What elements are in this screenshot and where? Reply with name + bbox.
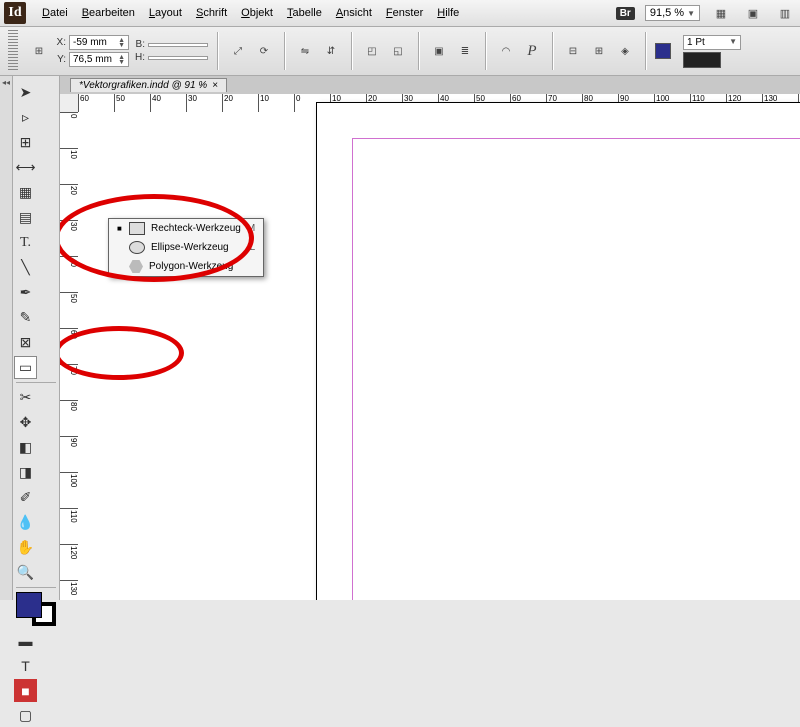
workspace: ◂◂ ➤ ▹ ⊞ ⟷ ▦ ▤ T. ╲ ✒ ✎ ⊠ ▭ ✂ ✥ ◧ ◨ ✐ 💧 … <box>0 76 800 600</box>
stroke-weight-combo[interactable]: 1 Pt▼ <box>683 35 741 50</box>
format-fill-icon[interactable]: ■ <box>14 679 37 702</box>
hand-tool[interactable]: ✋ <box>14 536 37 559</box>
chevron-down-icon: ▼ <box>687 9 695 18</box>
ruler-vertical[interactable]: 0102030405060708090100110120130140 <box>60 112 79 600</box>
effects-icon[interactable]: P <box>521 40 543 62</box>
menu-object[interactable]: Objekt <box>235 4 279 22</box>
menu-window[interactable]: Fenster <box>380 4 429 22</box>
app-logo: Id <box>4 2 26 24</box>
rectangle-tool[interactable]: ▭ <box>14 356 37 379</box>
menu-type[interactable]: Schrift <box>190 4 233 22</box>
h-label: H: <box>133 52 145 63</box>
align-icon[interactable]: ⊟ <box>562 40 584 62</box>
menu-bar: Id DDateiatei Bearbeiten Layout Schrift … <box>0 0 800 27</box>
gradient-feather-tool[interactable]: ◨ <box>14 461 37 484</box>
flyout-item[interactable]: Polygon-Werkzeug <box>109 257 263 276</box>
flip-h-icon[interactable]: ⇋ <box>294 40 316 62</box>
scale-icon[interactable]: ⤢ <box>227 40 249 62</box>
toolbox: ➤ ▹ ⊞ ⟷ ▦ ▤ T. ╲ ✒ ✎ ⊠ ▭ ✂ ✥ ◧ ◨ ✐ 💧 ✋ 🔍… <box>13 76 60 600</box>
line-tool[interactable]: ╲ <box>14 256 37 279</box>
arrange-icon[interactable]: ▥ <box>774 2 796 24</box>
x-field[interactable]: -59 mm▲▼ <box>69 35 129 50</box>
content-placer-tool[interactable]: ▤ <box>14 206 37 229</box>
control-bar: ⊞ X:-59 mm▲▼ Y:76,5 mm▲▼ B: H: ⤢ ⟳ ⇋ ⇵ ◰… <box>0 27 800 76</box>
note-tool[interactable]: ✐ <box>14 486 37 509</box>
pen-tool[interactable]: ✒ <box>14 281 37 304</box>
format-none-icon[interactable]: ▢ <box>14 704 37 727</box>
page[interactable] <box>316 102 800 600</box>
zoom-combo[interactable]: 91,5 %▼ <box>645 5 700 21</box>
close-tab-icon[interactable]: × <box>212 80 218 91</box>
document-tab[interactable]: *Vektorgrafiken.indd @ 91 % × <box>70 78 227 92</box>
document-tab-bar: *Vektorgrafiken.indd @ 91 % × <box>60 76 800 95</box>
select-content-icon[interactable]: ◱ <box>387 40 409 62</box>
selection-tool[interactable]: ➤ <box>14 81 37 104</box>
corner-options-icon[interactable]: ◠ <box>495 40 517 62</box>
w-field[interactable] <box>148 43 208 47</box>
page-tool[interactable]: ⊞ <box>14 131 37 154</box>
fit-content-icon[interactable]: ▣ <box>428 40 450 62</box>
direct-selection-tool[interactable]: ▹ <box>14 106 37 129</box>
flyout-item[interactable]: ■Rechteck-WerkzeugM <box>109 219 263 238</box>
view-options-icon[interactable]: ▦ <box>710 2 732 24</box>
text-wrap-icon[interactable]: ≣ <box>454 40 476 62</box>
panel-dock-left[interactable]: ◂◂ <box>0 76 13 600</box>
y-field[interactable]: 76,5 mm▲▼ <box>69 52 129 67</box>
menu-help[interactable]: Hilfe <box>431 4 465 22</box>
grip-handle[interactable] <box>8 30 18 72</box>
select-container-icon[interactable]: ◰ <box>361 40 383 62</box>
pencil-tool[interactable]: ✎ <box>14 306 37 329</box>
stroke-style-swatch[interactable] <box>683 52 721 68</box>
fill-stroke-swatch[interactable] <box>16 592 56 626</box>
page-margin-guide <box>352 138 800 600</box>
menu-layout[interactable]: Layout <box>143 4 188 22</box>
h-field[interactable] <box>148 56 208 60</box>
flyout-item[interactable]: Ellipse-WerkzeugL <box>109 238 263 257</box>
free-transform-tool[interactable]: ✥ <box>14 411 37 434</box>
menu-table[interactable]: Tabelle <box>281 4 328 22</box>
y-label: Y: <box>54 54 66 65</box>
rectangle-frame-tool[interactable]: ⊠ <box>14 331 37 354</box>
apply-color-btn[interactable]: ▬ <box>14 629 37 652</box>
w-label: B: <box>133 39 145 50</box>
shape-tool-flyout: ■Rechteck-WerkzeugMEllipse-WerkzeugLPoly… <box>108 218 264 277</box>
type-tool[interactable]: T. <box>14 231 37 254</box>
zoom-tool[interactable]: 🔍 <box>14 561 37 584</box>
fill-swatch[interactable] <box>655 43 671 59</box>
pathfinder-icon[interactable]: ◈ <box>614 40 636 62</box>
gradient-swatch-tool[interactable]: ◧ <box>14 436 37 459</box>
eyedropper-tool[interactable]: 💧 <box>14 511 37 534</box>
rotate-icon[interactable]: ⟳ <box>253 40 275 62</box>
screen-mode-icon[interactable]: ▣ <box>742 2 764 24</box>
ruler-origin[interactable] <box>60 94 79 113</box>
pasteboard[interactable] <box>78 112 800 600</box>
menu-file[interactable]: DDateiatei <box>36 4 74 22</box>
gap-tool[interactable]: ⟷ <box>14 156 37 179</box>
apply-text-btn[interactable]: T <box>14 654 37 677</box>
scissors-tool[interactable]: ✂ <box>14 386 37 409</box>
document-area: *Vektorgrafiken.indd @ 91 % × 6050403020… <box>60 76 800 600</box>
menu-edit[interactable]: Bearbeiten <box>76 4 141 22</box>
distribute-icon[interactable]: ⊞ <box>588 40 610 62</box>
x-label: X: <box>54 37 66 48</box>
flip-v-icon[interactable]: ⇵ <box>320 40 342 62</box>
bridge-badge[interactable]: Br <box>616 7 635 20</box>
content-collector-tool[interactable]: ▦ <box>14 181 37 204</box>
reference-point-icon[interactable]: ⊞ <box>28 40 50 62</box>
menu-view[interactable]: Ansicht <box>330 4 378 22</box>
